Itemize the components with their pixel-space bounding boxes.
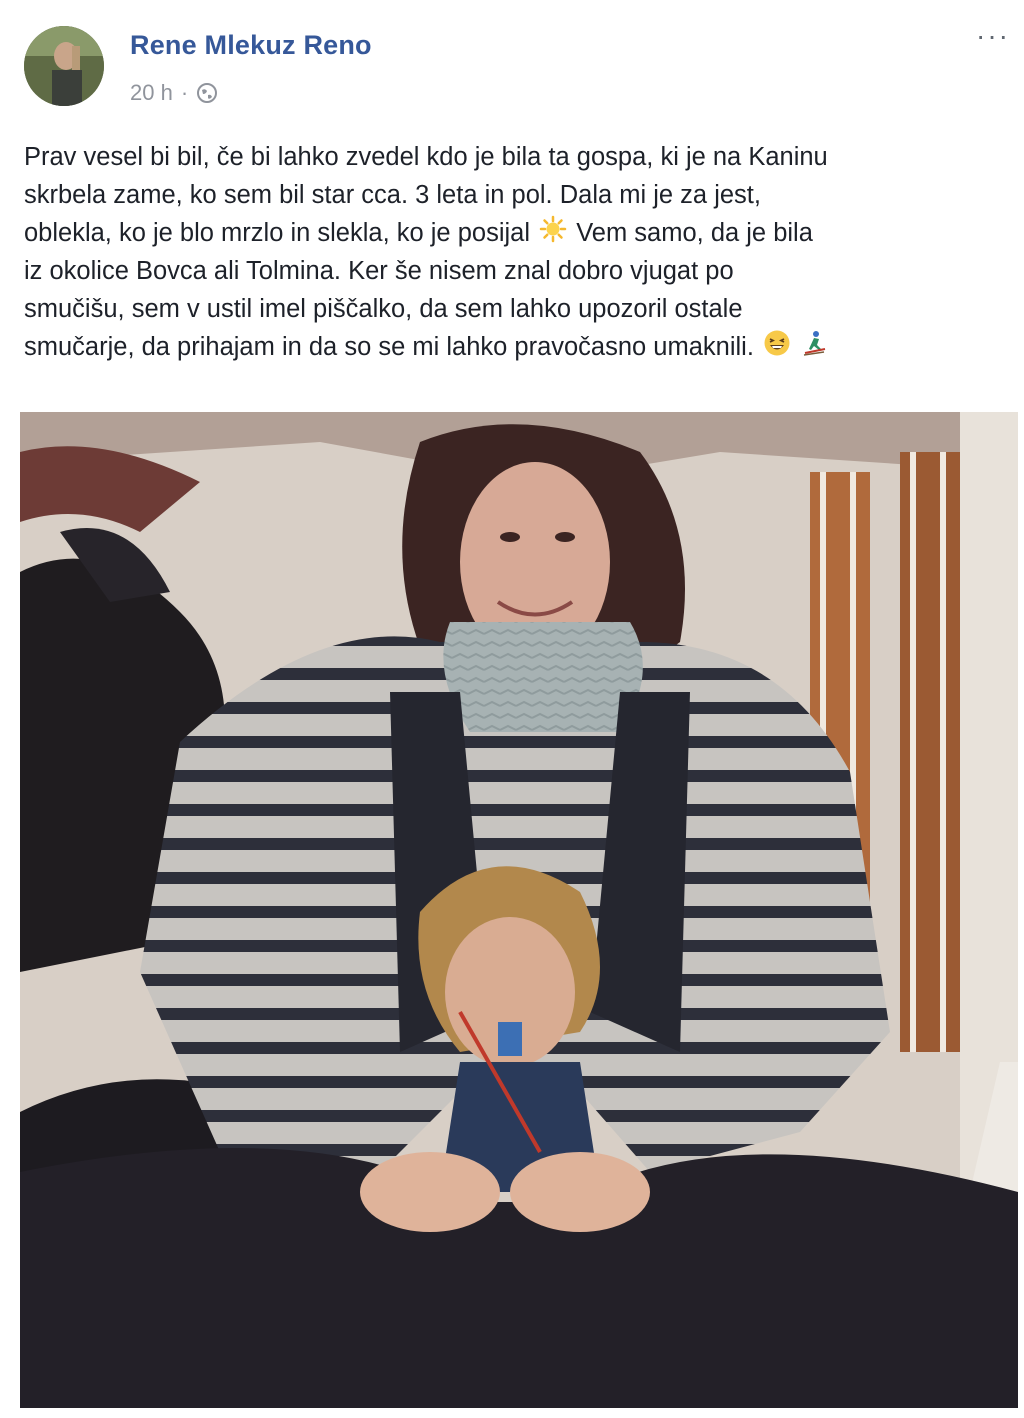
text-line-3-start: oblekla, ko je blo mrzlo in slekla, ko j…	[24, 219, 530, 247]
text-line-6-text: smučarje, da prihajam in da so se mi lah…	[24, 333, 754, 361]
meta-separator: ·	[180, 80, 189, 105]
skier-emoji-icon	[802, 329, 828, 368]
text-line-4: iz okolice Bovca ali Tolmina. Ker še nis…	[24, 257, 734, 285]
sun-emoji-icon	[539, 215, 567, 254]
text-line-1: Prav vesel bi bil, če bi lahko zvedel kd…	[24, 143, 828, 171]
more-options-button[interactable]: ···	[976, 22, 1010, 50]
author-name[interactable]: Rene Mlekuz Reno	[130, 30, 372, 61]
post-photo[interactable]	[20, 412, 1018, 1408]
text-line-3: oblekla, ko je blo mrzlo in slekla, ko j…	[24, 214, 1024, 252]
globe-icon[interactable]	[196, 82, 218, 104]
laughing-emoji-icon	[763, 329, 791, 368]
post-meta: 20 h ·	[130, 80, 218, 106]
post-time[interactable]: 20 h	[130, 80, 173, 106]
post-text: Prav vesel bi bil, če bi lahko zvedel kd…	[24, 138, 1024, 366]
text-line-6: smučarje, da prihajam in da so se mi lah…	[24, 328, 1024, 366]
text-line-5: smučišu, sem v ustil imel piščalko, da s…	[24, 295, 743, 323]
avatar-photo	[24, 26, 104, 106]
text-line-3-end: Vem samo, da je bila	[576, 219, 813, 247]
facebook-post: Rene Mlekuz Reno 20 h · ··· Prav vesel b…	[0, 0, 1024, 1418]
avatar[interactable]	[24, 26, 104, 106]
text-line-2: skrbela zame, ko sem bil star cca. 3 let…	[24, 181, 761, 209]
vintage-photo-woman-and-child	[20, 412, 1018, 1408]
